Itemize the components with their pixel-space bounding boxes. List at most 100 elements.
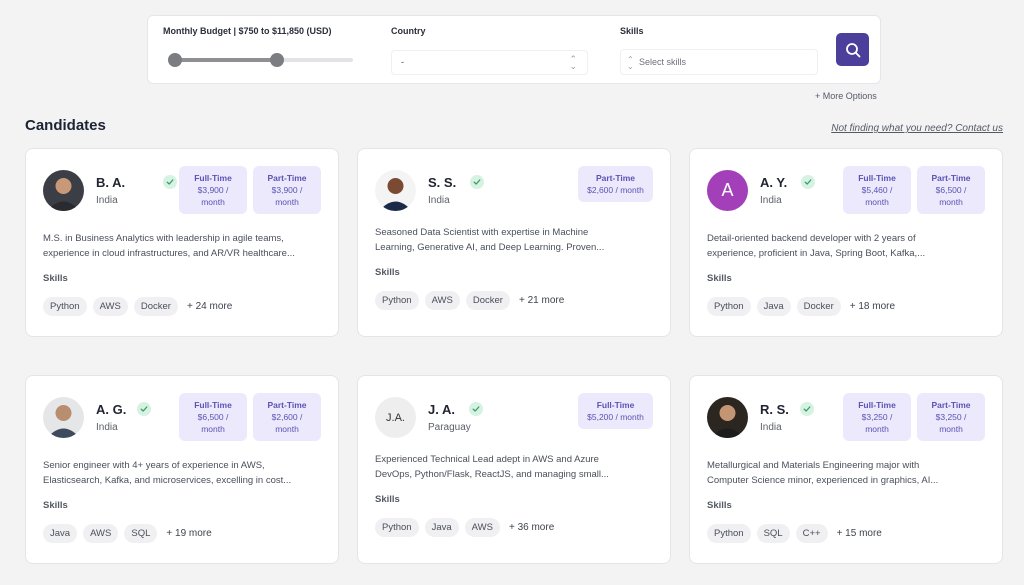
skill-chip[interactable]: Java (43, 524, 78, 543)
avatar (43, 397, 84, 438)
more-skills-link[interactable]: + 24 more (187, 301, 232, 312)
verified-check-icon (470, 175, 484, 189)
avatar-initials: J.A. (386, 411, 405, 424)
more-skills-link[interactable]: + 19 more (166, 528, 211, 539)
rate-unit: month (201, 197, 225, 207)
chevron-updown-icon: ⌃ ⌄ (569, 54, 577, 71)
rate-badge: Part-Time $2,600 / month (578, 166, 653, 202)
verified-check-icon (137, 402, 151, 416)
candidate-name: J. A. (428, 402, 455, 417)
candidate-description: Senior engineer with 4+ years of experie… (43, 459, 325, 488)
candidate-card[interactable]: J.A. J. A. Paraguay Full-Time $5,200 / month… (357, 375, 671, 564)
description-line: DevOps, Python/Flask, ReactJS, and manag… (375, 468, 609, 480)
candidate-name: B. A. (96, 175, 126, 190)
avatar-letter: A (721, 180, 734, 200)
skill-chip[interactable]: Python (43, 297, 87, 316)
budget-slider[interactable] (168, 53, 353, 67)
rate-badge: Part-Time $6,500 / month (917, 166, 985, 214)
rate-badge: Part-Time $3,900 / month (253, 166, 321, 214)
description-line: Computer Science minor, experienced in g… (707, 474, 939, 486)
avatar (707, 397, 748, 438)
verified-check-icon (469, 402, 483, 416)
candidate-card[interactable]: A A. Y. India Full-Time $5,460 /month Part-Ti… (689, 148, 1003, 337)
skill-chip[interactable]: Docker (133, 297, 178, 316)
description-line: experience in cloud infrastructures, and… (43, 247, 295, 259)
rate-type: Full-Time (194, 400, 232, 410)
skill-chip[interactable]: AWS (92, 297, 128, 316)
candidate-description: Metallurgical and Materials Engineering … (707, 459, 989, 488)
skill-chip[interactable]: Java (424, 518, 459, 537)
skills-select-placeholder: Select skills (639, 57, 687, 67)
avatar (375, 170, 416, 211)
rate-price: $3,900 / (197, 185, 229, 195)
description-line: Experienced Technical Lead adept in AWS … (375, 454, 599, 465)
budget-slider-min-handle[interactable] (168, 53, 182, 67)
skill-chip[interactable]: AWS (424, 291, 460, 310)
skills-heading: Skills (43, 273, 68, 284)
description-line: Metallurgical and Materials Engineering … (707, 460, 920, 471)
skill-chip[interactable]: Java (756, 297, 791, 316)
skill-chip[interactable]: Python (375, 518, 419, 537)
search-button[interactable] (836, 33, 869, 66)
rate-type: Full-Time (194, 173, 232, 183)
candidate-card[interactable]: R. S. India Full-Time $3,250 /month Part-Tim… (689, 375, 1003, 564)
rate-badge: Full-Time $5,460 / month (843, 166, 911, 214)
candidate-description: Detail-oriented backend developer with 2… (707, 232, 989, 261)
description-line: experience, proficient in Java, Spring B… (707, 247, 926, 259)
skill-chip[interactable]: Docker (465, 291, 510, 310)
chevron-updown-icon: ⌃ ⌄ (627, 55, 634, 71)
candidate-description: Experienced Technical Lead adept in AWS … (375, 453, 657, 482)
skill-chip[interactable]: SQL (756, 524, 790, 543)
skill-chips: Python Java AWS + 36 more (375, 518, 554, 537)
rate-group: Full-Time $3,250 / month Part-Time $3,250 / m… (843, 393, 985, 441)
skill-chip[interactable]: Python (707, 297, 751, 316)
budget-slider-max-handle[interactable] (269, 53, 284, 67)
country-label: Country (391, 26, 426, 36)
more-options-button[interactable]: + More Options (815, 91, 877, 101)
skills-select[interactable]: ⌃ ⌄ Select skills (620, 49, 818, 75)
skills-heading: Skills (375, 267, 400, 278)
avatar (43, 170, 84, 211)
skills-heading: Skills (43, 500, 68, 511)
rate-type: Part-Time (931, 400, 971, 410)
rate-type: Full-Time (858, 173, 896, 183)
skill-chip[interactable]: Python (707, 524, 751, 543)
more-skills-link[interactable]: + 21 more (519, 295, 564, 306)
candidate-description: Seasoned Data Scientist with expertise i… (375, 226, 657, 255)
rate-unit: month (201, 424, 225, 434)
rate-group: Full-Time $6,500 / month Part-Time $2,600 / m… (179, 393, 321, 441)
rate-price: $6,500 / (197, 412, 229, 422)
candidate-country: India (428, 195, 450, 206)
skill-chip[interactable]: Docker (796, 297, 841, 316)
candidate-country: India (760, 422, 782, 433)
filter-panel: Monthly Budget | $750 to $11,850 (USD) C… (147, 15, 881, 84)
search-icon (845, 42, 860, 57)
skill-chip[interactable]: C++ (795, 524, 828, 543)
rate-type: Full-Time (596, 400, 635, 410)
rate-badge: Full-Time $3,250 / month (843, 393, 911, 441)
rate-type: Part-Time (595, 173, 636, 183)
candidate-card[interactable]: S. S. India Part-Time $2,600 / month Seasone… (357, 148, 671, 337)
rate-group: Full-Time $5,200 / month (578, 393, 653, 429)
skill-chip[interactable]: AWS (464, 518, 500, 537)
candidate-description: M.S. in Business Analytics with leadersh… (43, 232, 325, 261)
more-skills-link[interactable]: + 18 more (850, 301, 895, 312)
rate-badge: Full-Time $6,500 / month (179, 393, 247, 441)
contact-us-link[interactable]: Not finding what you need? Contact us (831, 123, 1003, 134)
candidate-card[interactable]: A. G. India Full-Time $6,500 /month Part-Tim… (25, 375, 339, 564)
rate-badge: Part-Time $2,600 / month (253, 393, 321, 441)
skill-chip[interactable]: SQL (124, 524, 158, 543)
skill-chip[interactable]: Python (375, 291, 419, 310)
more-skills-link[interactable]: + 36 more (509, 522, 554, 533)
skill-chip[interactable]: AWS (83, 524, 119, 543)
skill-chips: Python SQL C++ + 15 more (707, 524, 882, 543)
skill-chips: Java AWS SQL + 19 more (43, 524, 212, 543)
candidate-card[interactable]: B. A. India Full-Time $3,900 / month Part-Tim… (25, 148, 339, 337)
more-skills-link[interactable]: + 15 more (837, 528, 882, 539)
rate-price: $5,200 / month (587, 412, 644, 422)
rate-price: $5,460 / (861, 185, 893, 195)
country-select[interactable]: - ⌃ ⌄ (391, 50, 588, 75)
candidate-country: India (96, 195, 118, 206)
skill-chips: Python AWS Docker + 21 more (375, 291, 564, 310)
rate-unit: month (939, 424, 963, 434)
